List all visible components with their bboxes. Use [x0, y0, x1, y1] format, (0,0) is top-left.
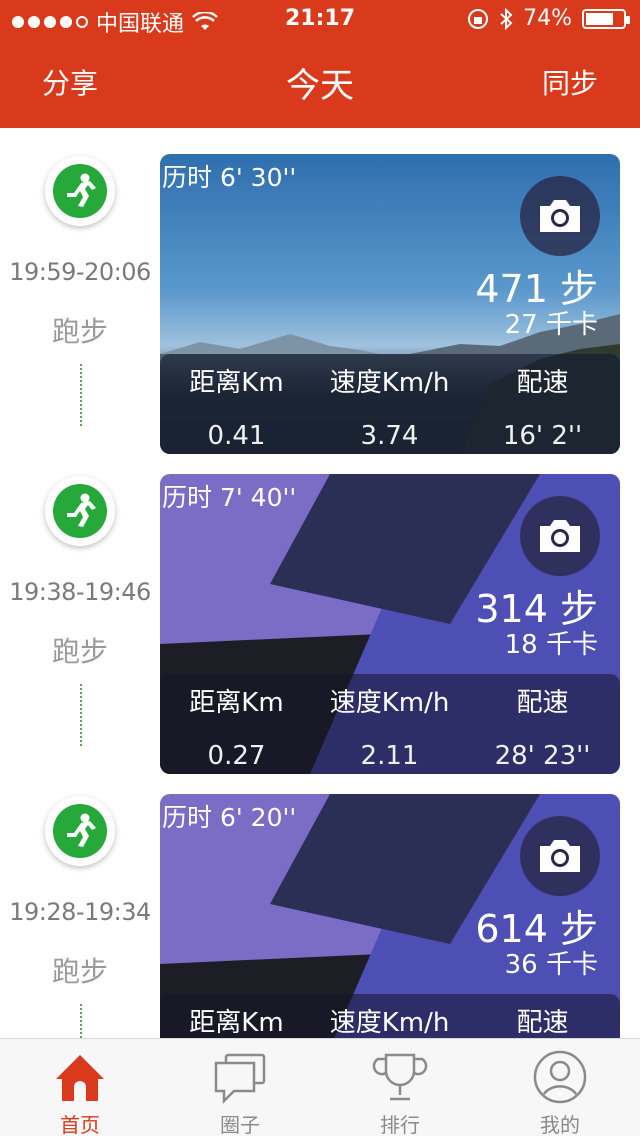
metric-label: 速度Km/h: [329, 688, 450, 718]
metrics-panel: 距离Km 0.27 速度Km/h 2.11 配速 28' 23'': [160, 674, 620, 774]
metric-value: 16' 2'': [502, 421, 583, 451]
activity-list[interactable]: 19:59-20:06 跑步 历时 6' 30'' 471 步 27 千卡 距离…: [0, 128, 640, 1038]
run-badge: [45, 796, 115, 866]
activity-type: 跑步: [51, 315, 108, 348]
metric-distance: 距离Km: [160, 1002, 313, 1038]
activity-side: 19:59-20:06 跑步: [0, 128, 160, 448]
activity-card[interactable]: 历时 6' 30'' 471 步 27 千卡 距离Km 0.41 速度Km/h …: [160, 154, 620, 454]
tab-mine[interactable]: 我的: [480, 1039, 640, 1136]
activity-card[interactable]: 历时 7' 40'' 314 步 18 千卡 距离Km 0.27 速度Km/h …: [160, 474, 620, 774]
tab-circle[interactable]: 圈子: [160, 1039, 320, 1136]
camera-icon: [540, 200, 580, 232]
timeline-line: [80, 1004, 82, 1038]
calories: 36 千卡: [504, 950, 598, 980]
timeline-line: [80, 684, 82, 746]
rotation-lock-icon: [468, 8, 489, 29]
camera-button[interactable]: [520, 496, 600, 576]
nav-bar: 分享 今天 同步: [0, 40, 640, 128]
metric-label: 距离Km: [189, 368, 284, 398]
metric-speed: 速度Km/h: [313, 1002, 466, 1038]
activity-type: 跑步: [51, 955, 108, 988]
metric-label: 速度Km/h: [329, 368, 450, 398]
metric-distance: 距离Km 0.41: [160, 362, 313, 451]
metric-value: 3.74: [360, 421, 419, 451]
sync-button[interactable]: 同步: [542, 62, 598, 102]
activity-side: 19:38-19:46 跑步: [0, 448, 160, 768]
calories: 18 千卡: [504, 630, 598, 660]
user-icon: [533, 1050, 587, 1104]
battery-percent: 74%: [523, 6, 572, 31]
metric-distance: 距离Km 0.27: [160, 682, 313, 771]
tab-bar: 首页 圈子 排行 我的: [0, 1038, 640, 1136]
activity-time-range: 19:28-19:34: [9, 898, 151, 926]
metric-speed: 速度Km/h 2.11: [313, 682, 466, 771]
activity-duration: 历时 6' 20'': [162, 803, 297, 832]
tab-home[interactable]: 首页: [0, 1039, 160, 1136]
metric-value: 2.11: [360, 741, 419, 771]
metrics-panel: 距离Km 0.41 速度Km/h 3.74 配速 16' 2'': [160, 354, 620, 454]
home-icon: [56, 1055, 104, 1101]
metrics-panel: 距离Km 速度Km/h 配速: [160, 994, 620, 1038]
top-bar: 中国联通 21:17 74% 分享 今天 同步: [0, 0, 640, 128]
metric-label: 距离Km: [189, 1008, 284, 1038]
battery-icon: [582, 8, 630, 29]
camera-button[interactable]: [520, 816, 600, 896]
run-badge: [45, 156, 115, 226]
calories: 27 千卡: [504, 310, 598, 340]
metric-pace: 配速: [466, 1002, 619, 1038]
metric-speed: 速度Km/h 3.74: [313, 362, 466, 451]
camera-icon: [540, 520, 580, 552]
metric-pace: 配速 28' 23'': [466, 682, 619, 771]
metric-label: 配速: [516, 1008, 569, 1038]
activity-row: 19:38-19:46 跑步 历时 7' 40'' 314 步 18 千卡 距离…: [0, 448, 640, 774]
metric-value: 28' 23'': [494, 741, 591, 771]
metric-label: 配速: [516, 368, 569, 398]
tab-label: 首页: [60, 1113, 100, 1136]
activity-side: 19:28-19:34 跑步: [0, 768, 160, 1038]
trophy-icon: [372, 1053, 428, 1101]
metric-pace: 配速 16' 2'': [466, 362, 619, 451]
metric-label: 距离Km: [189, 688, 284, 718]
runner-icon: [67, 813, 96, 847]
status-bar: 中国联通 21:17 74%: [0, 0, 640, 40]
activity-card[interactable]: 历时 6' 20'' 614 步 36 千卡 距离Km 速度Km/h 配速: [160, 794, 620, 1038]
tab-label: 我的: [540, 1113, 580, 1136]
camera-icon: [540, 840, 580, 872]
activity-row: 19:59-20:06 跑步 历时 6' 30'' 471 步 27 千卡 距离…: [0, 128, 640, 454]
activity-duration: 历时 6' 30'': [162, 163, 297, 192]
runner-icon: [67, 173, 96, 207]
status-right: 74%: [467, 6, 630, 31]
metric-label: 配速: [516, 688, 569, 718]
metric-label: 速度Km/h: [329, 1008, 450, 1038]
activity-type: 跑步: [51, 635, 108, 668]
metric-value: 0.41: [207, 421, 266, 451]
bluetooth-icon: [500, 7, 513, 30]
runner-icon: [67, 493, 96, 527]
activity-row: 19:28-19:34 跑步 历时 6' 20'' 614 步 36 千卡 距离…: [0, 768, 640, 1038]
metric-value: 0.27: [207, 741, 266, 771]
run-badge: [45, 476, 115, 546]
tab-ranking[interactable]: 排行: [320, 1039, 480, 1136]
chat-icon: [214, 1053, 266, 1105]
activity-time-range: 19:59-20:06: [9, 258, 151, 286]
tab-label: 圈子: [220, 1113, 260, 1136]
timeline-line: [80, 364, 82, 426]
camera-button[interactable]: [520, 176, 600, 256]
tab-label: 排行: [380, 1113, 420, 1136]
activity-duration: 历时 7' 40'': [162, 483, 297, 512]
activity-time-range: 19:38-19:46: [9, 578, 151, 606]
